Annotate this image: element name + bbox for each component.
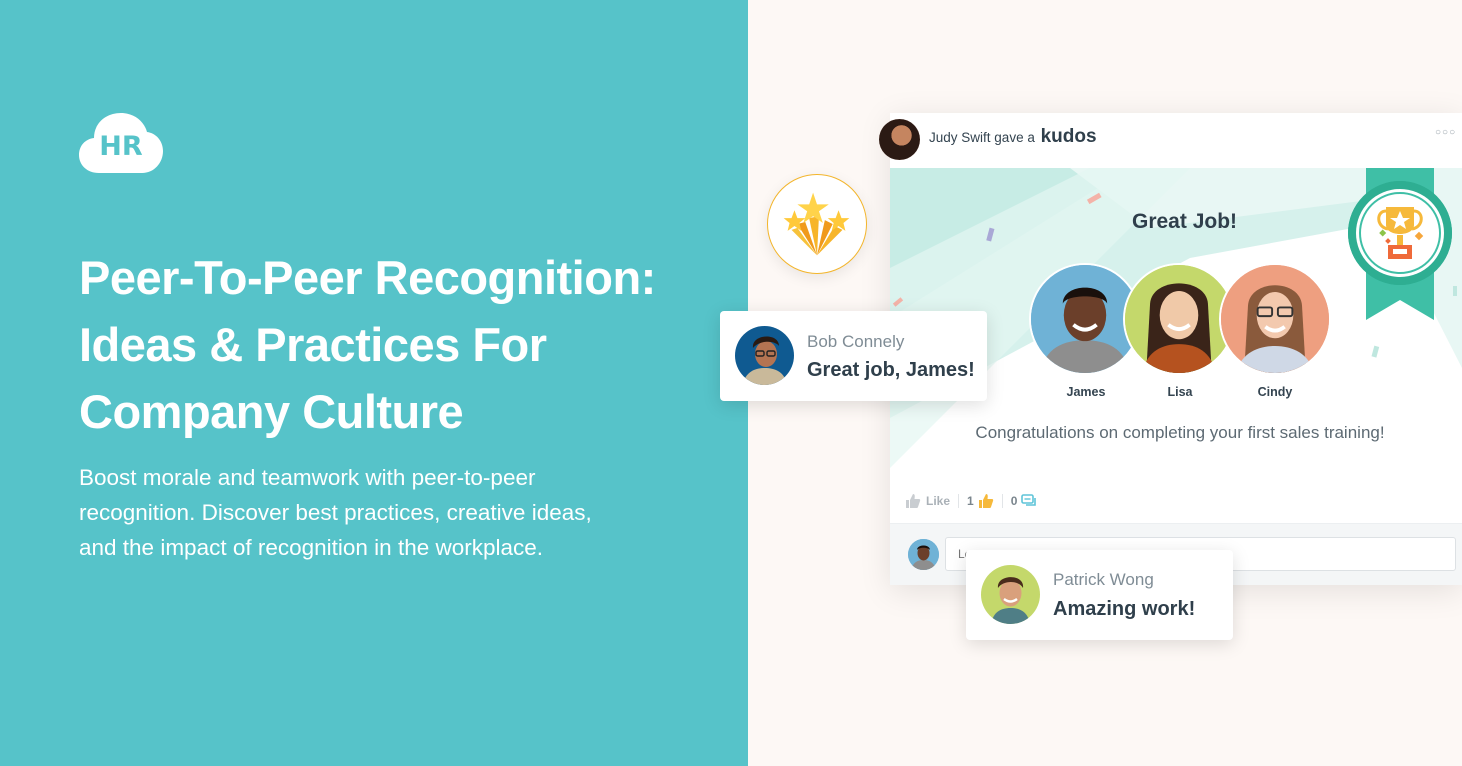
recipient-avatar-cindy[interactable] <box>1219 263 1331 375</box>
trophy-icon <box>1348 168 1452 320</box>
stars-badge <box>767 174 867 274</box>
description-line: and the impact of recognition in the wor… <box>79 535 544 560</box>
headline-line: Peer-To-Peer Recognition: <box>79 251 656 304</box>
hero-description: Boost morale and teamwork with peer-to-p… <box>79 460 649 565</box>
ellipsis-icon[interactable]: ○○○ <box>1435 127 1456 138</box>
kudos-toast-patrick[interactable]: Patrick Wong Amazing work! <box>966 550 1233 640</box>
kudos-message: Congratulations on completing your first… <box>975 423 1385 442</box>
thumbs-up-icon[interactable] <box>905 493 921 509</box>
recipient-name: Lisa <box>1167 385 1193 399</box>
description-line: Boost morale and teamwork with peer-to-p… <box>79 465 536 490</box>
toast-sender-name: Patrick Wong <box>1053 570 1154 589</box>
thumbs-up-filled-icon[interactable] <box>978 493 994 509</box>
like-button[interactable]: Like <box>926 494 950 508</box>
like-count: 1 <box>967 494 974 508</box>
award-type: kudos <box>1040 126 1097 147</box>
recipient-name: James <box>1066 385 1106 399</box>
reactions-bar: Like 1 0 <box>905 493 1037 509</box>
toast-message: Amazing work! <box>1053 598 1196 620</box>
toast-avatar <box>981 565 1040 624</box>
banner-title: Great Job! <box>1132 210 1238 233</box>
toast-avatar <box>735 326 794 385</box>
toast-message: Great job, James! <box>807 359 975 381</box>
divider <box>958 494 960 508</box>
trophy-award-badge <box>1346 168 1456 328</box>
giver-avatar[interactable] <box>879 119 920 160</box>
page-headline: Peer-To-Peer Recognition: Ideas & Practi… <box>79 244 719 445</box>
headline-line: Company Culture <box>79 385 464 438</box>
hero-panel: HR Peer-To-Peer Recognition: Ideas & Pra… <box>0 0 748 766</box>
kudos-header-text: Judy Swift gave a kudos <box>929 126 1097 148</box>
action-text: gave a <box>994 130 1035 145</box>
comment-icon[interactable] <box>1021 493 1037 509</box>
comment-count: 0 <box>1010 494 1018 508</box>
toast-sender-name: Bob Connely <box>807 332 905 351</box>
description-line: recognition. Discover best practices, cr… <box>79 500 592 525</box>
headline-line: Ideas & Practices For <box>79 318 547 371</box>
giver-name[interactable]: Judy Swift <box>929 130 991 145</box>
confetti <box>1371 345 1380 358</box>
person-photo <box>1221 265 1329 373</box>
hr-cloud-logo[interactable]: HR <box>79 111 163 175</box>
current-user-avatar <box>908 539 939 570</box>
divider <box>1001 494 1003 508</box>
person-photo <box>1125 265 1233 373</box>
shooting-stars-icon <box>783 192 850 256</box>
logo-text: HR <box>99 131 143 162</box>
kudos-toast-bob[interactable]: Bob Connely Great job, James! <box>720 311 987 401</box>
recipient-name: Cindy <box>1257 385 1293 399</box>
